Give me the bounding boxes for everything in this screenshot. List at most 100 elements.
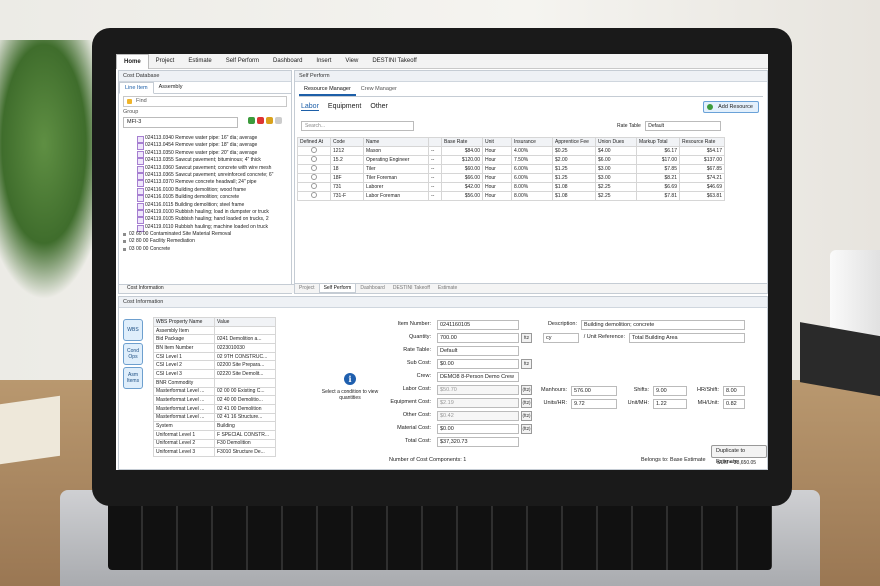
tab-assembly[interactable]: Assembly bbox=[154, 82, 188, 93]
table-row[interactable]: Assembly Item bbox=[153, 325, 276, 336]
tree-item[interactable]: 024113.0370 Remove concrete headwall; 24… bbox=[123, 179, 285, 188]
tree-item[interactable]: 024113.0365 Sawcut pavement; unreinforce… bbox=[123, 172, 285, 181]
tree-item[interactable]: 024119.0110 Rubbish hauling; machine loa… bbox=[123, 224, 285, 233]
quantity-unit-button[interactable]: ft2 bbox=[521, 333, 532, 343]
duplicate-to-estimate-button[interactable]: Duplicate to Estimate bbox=[711, 445, 767, 465]
col-code[interactable]: Code bbox=[330, 137, 364, 147]
tree-item[interactable]: 024113.0360 Sawcut pavement; concrete wi… bbox=[123, 165, 285, 174]
table-row[interactable]: Masterformat Level ... 02 00 00 Existing … bbox=[153, 386, 276, 397]
category-other[interactable]: Other bbox=[370, 103, 388, 111]
wbs-button[interactable]: WBS bbox=[123, 319, 143, 341]
table-row[interactable]: Masterformat Level ... 02 41 00 Demolitio… bbox=[153, 403, 276, 414]
tree-item[interactable]: 024113.0355 Sawcut pavement; bituminous;… bbox=[123, 157, 285, 166]
tab-line-item[interactable]: Line Item bbox=[119, 82, 154, 94]
col-wbs-property[interactable]: WBS Property Name bbox=[153, 317, 215, 327]
category-labor[interactable]: Labor bbox=[301, 103, 319, 111]
manhours-field[interactable]: 576.00 bbox=[571, 386, 617, 396]
table-row[interactable]: Uniformat Level 1F SPECIAL CONSTR... bbox=[153, 429, 276, 440]
table-row[interactable]: 731 Laborer -- $42.00 Hour 8.00% $1.08 $2.25 $6.… bbox=[297, 181, 725, 192]
bottom-tab-destini-takeoff[interactable]: DESTINI Takeoff bbox=[389, 284, 434, 293]
cost-tree[interactable]: 024113.0340 Remove water pipe: 16" dia; … bbox=[123, 135, 285, 285]
table-row[interactable]: CSI Level 3 02220 Site Demolit... bbox=[153, 369, 276, 379]
other-cost-unit[interactable]: (ft2) bbox=[521, 411, 532, 421]
table-row[interactable]: Masterformat Level ... 02 41 16 Structure… bbox=[153, 412, 276, 423]
ribbon-tab-home[interactable]: Home bbox=[116, 54, 149, 69]
unit-reference-select[interactable]: Total Building Area bbox=[629, 333, 745, 343]
search-input[interactable]: Search... bbox=[301, 121, 414, 131]
col-union-dues[interactable]: Union Dues bbox=[595, 137, 637, 147]
tree-item[interactable]: 024119.0100 Rubbish hauling; load in dum… bbox=[123, 209, 285, 218]
tree-folder[interactable]: 02 60 00 Contaminated Site Material Remo… bbox=[123, 231, 285, 238]
unit-mh-field[interactable]: 1.22 bbox=[653, 399, 687, 409]
tree-item[interactable]: 024113.0350 Remove water pipe: 20" dia; … bbox=[123, 150, 285, 159]
bottom-tab-self-perform[interactable]: Self Perform bbox=[318, 284, 357, 293]
table-row[interactable]: CSI Level 1 02 9TH CONSTRUC... bbox=[153, 351, 276, 362]
tree-item[interactable]: 024116.0115 Building demolition; steel f… bbox=[123, 202, 285, 210]
table-row[interactable]: Uniformat Level 3 F3010 Structure De... bbox=[153, 447, 276, 457]
other-cost-field[interactable]: $0.42 bbox=[437, 411, 519, 421]
table-row[interactable]: System Building bbox=[153, 421, 276, 431]
remove-icon[interactable] bbox=[256, 117, 264, 124]
col-name[interactable]: Name bbox=[363, 137, 429, 147]
tree-item[interactable]: 024116.0100 Building demolition; wood fr… bbox=[123, 187, 285, 196]
item-number-field[interactable]: 0241160105 bbox=[437, 320, 519, 330]
bottom-tab-estimate[interactable]: Estimate bbox=[434, 284, 461, 293]
radio-button[interactable] bbox=[311, 173, 317, 180]
quantity-field[interactable]: 700.00 bbox=[437, 333, 519, 343]
tree-folder[interactable]: 03 00 00 Concrete bbox=[123, 246, 285, 253]
sub-cost-unit-button[interactable]: ft2 bbox=[521, 359, 532, 369]
ribbon-tab-destini-takeoff[interactable]: DESTINI Takeoff bbox=[365, 54, 423, 68]
radio-button[interactable] bbox=[311, 146, 317, 153]
col-defined-at[interactable]: Defined At bbox=[297, 137, 331, 147]
tree-item[interactable]: 024119.0105 Rubbish hauling; hand loaded… bbox=[123, 216, 285, 225]
unit-select[interactable]: cy bbox=[543, 333, 579, 343]
find-input[interactable]: Find bbox=[123, 96, 287, 107]
radio-button[interactable] bbox=[311, 182, 317, 189]
add-icon[interactable] bbox=[247, 117, 255, 124]
total-cost-field[interactable]: $37,320.73 bbox=[437, 437, 519, 447]
table-row[interactable]: CSI Level 2 02200 Site Prepara... bbox=[153, 360, 276, 371]
crew-select[interactable]: DEMO8 8-Person Demo Crew bbox=[437, 372, 519, 382]
asm-items-button[interactable]: Asm Items bbox=[123, 367, 143, 389]
ribbon-tab-dashboard[interactable]: Dashboard bbox=[266, 54, 309, 68]
material-cost-unit[interactable]: (ft2) bbox=[521, 424, 532, 434]
tree-item[interactable]: 024113.0340 Remove water pipe: 16" dia; … bbox=[123, 135, 285, 144]
category-equipment[interactable]: Equipment bbox=[328, 103, 361, 111]
table-row[interactable]: BN Item Number 0223010030 bbox=[153, 343, 276, 353]
table-row[interactable]: Bid Package 0241 Demolition a... bbox=[153, 334, 276, 345]
bottom-tab-project[interactable]: Project bbox=[295, 284, 319, 293]
tab-crew-manager[interactable]: Crew Manager bbox=[356, 84, 402, 96]
ribbon-tab-insert[interactable]: Insert bbox=[309, 54, 338, 68]
table-row[interactable]: 18 Tiler -- $60.00 Hour 6.00% $1.25 $3.00 $7.85 $… bbox=[297, 163, 725, 174]
ribbon-tab-view[interactable]: View bbox=[338, 54, 365, 68]
table-row[interactable]: Uniformat Level 2 F30 Demolition bbox=[153, 438, 276, 449]
table-row[interactable]: 731-F Labor Foreman -- $56.00 Hour 8.00% $1.08… bbox=[297, 190, 725, 201]
col-apprentice-fee[interactable]: Apprentice Fee bbox=[552, 137, 596, 147]
labor-cost-field[interactable]: $50.70 bbox=[437, 385, 519, 395]
tree-folder[interactable]: 02 80 00 Facility Remediation bbox=[123, 238, 285, 245]
radio-button[interactable] bbox=[311, 164, 317, 171]
radio-button[interactable] bbox=[311, 155, 317, 162]
col-base-rate[interactable]: Base Rate bbox=[441, 137, 483, 147]
table-row[interactable]: 1212 Mason -- $84.00 Hour 4.00% $0.25 $4.00 $6.1… bbox=[297, 145, 725, 156]
ribbon-tab-self-perform[interactable]: Self Perform bbox=[219, 54, 266, 68]
table-row[interactable]: 15.2 Operating Engineer -- $120.00 Hour 7.50%… bbox=[297, 154, 725, 165]
ribbon-tab-project[interactable]: Project bbox=[149, 54, 182, 68]
shifts-field[interactable]: 9.00 bbox=[653, 386, 687, 396]
sub-cost-field[interactable]: $0.00 bbox=[437, 359, 519, 369]
col-insurance[interactable]: Insurance bbox=[511, 137, 553, 147]
cond-ops-button[interactable]: Cond Ops bbox=[123, 343, 143, 365]
cost-information-tab[interactable]: Cost Information bbox=[119, 284, 299, 293]
col-resource-rate[interactable]: Resource Rate bbox=[679, 137, 725, 147]
tab-resource-manager[interactable]: Resource Manager bbox=[299, 84, 356, 96]
radio-button[interactable] bbox=[311, 191, 317, 198]
hr-shift-field[interactable]: 8.00 bbox=[723, 386, 745, 396]
table-row[interactable]: Masterformat Level ... 02 40 00 Demolitio… bbox=[153, 395, 276, 405]
table-row[interactable]: BNR Commodity bbox=[153, 377, 276, 388]
settings-icon[interactable] bbox=[274, 117, 282, 124]
tree-item[interactable]: 024116.0105 Building demolition; concret… bbox=[123, 194, 285, 203]
ribbon-tab-estimate[interactable]: Estimate bbox=[181, 54, 218, 68]
col-wbs-value[interactable]: Value bbox=[214, 317, 276, 327]
col-markup-total[interactable]: Markup Total bbox=[636, 137, 680, 147]
mh-unit-field[interactable]: 0.82 bbox=[723, 399, 745, 409]
